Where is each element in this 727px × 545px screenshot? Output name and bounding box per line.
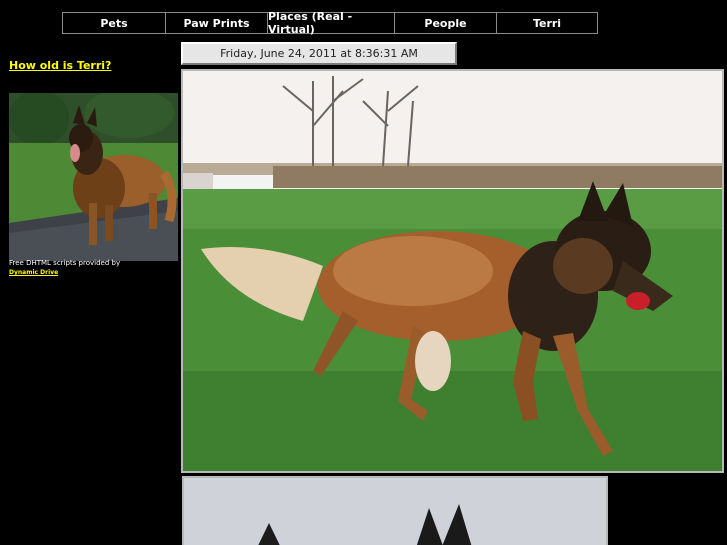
nav-item-places[interactable]: Places (Real - Virtual) [268,10,395,36]
nav-item-people[interactable]: People [395,13,497,33]
nav-item-terri[interactable]: Terri [497,13,597,33]
main-dog-photo [181,69,724,473]
nav-item-paw-prints[interactable]: Paw Prints [166,13,268,33]
sidebar-dog-photo [9,93,178,261]
nav-item-pets[interactable]: Pets [63,13,166,33]
page: Pets Paw Prints Places (Real - Virtual) … [0,0,727,545]
age-link[interactable]: How old is Terri? [9,59,111,72]
date-display: Friday, June 24, 2011 at 8:36:31 AM [181,42,457,65]
credit-note: Free DHTML scripts provided by Dynamic D… [9,259,179,277]
credit-text: Free DHTML scripts provided by [9,259,121,267]
top-nav: Pets Paw Prints Places (Real - Virtual) … [62,10,598,36]
second-dog-photo [182,476,608,545]
dynamic-drive-link[interactable]: Dynamic Drive [9,269,58,276]
